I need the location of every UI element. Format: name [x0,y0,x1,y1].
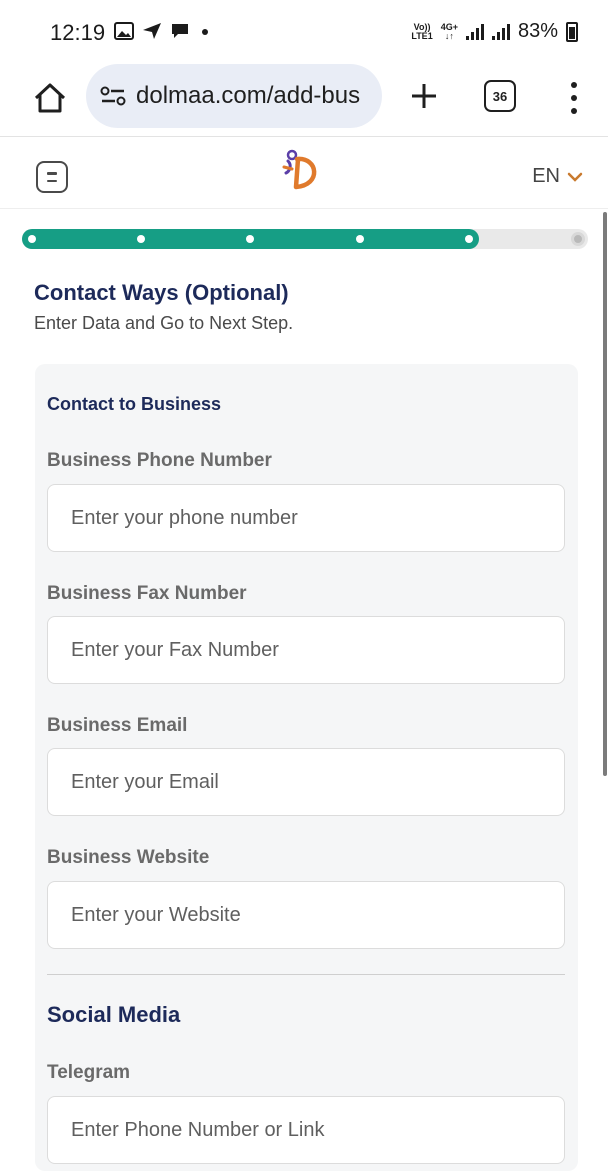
browser-toolbar: dolmaa.com/add-bus 36 [0,64,608,136]
dolmaa-logo-icon[interactable] [278,147,326,195]
menu-line [47,172,57,175]
chevron-down-icon [567,172,583,182]
battery-percent: 83% [517,20,558,42]
step-dot-completed [355,235,364,243]
language-label: EN [532,165,560,187]
social-media-heading: Social Media [47,1002,181,1027]
app-header: EN [0,137,608,209]
step-dot-pending [571,232,585,246]
url-text[interactable]: dolmaa.com/add-bus [136,82,360,110]
page-subtitle: Enter Data and Go to Next Step. [34,313,294,333]
status-bar: 12:19 Vo)) LTE1 4G+ ↓↑ 83% [0,0,608,64]
telegram-input[interactable] [47,1096,565,1164]
browser-menu-button[interactable] [562,78,586,118]
page-scrollbar[interactable] [603,212,607,776]
contact-section-heading: Contact to Business [47,394,222,414]
contact-form-card: Contact to Business Business Phone Numbe… [35,364,578,1171]
language-selector[interactable]: EN [532,165,584,188]
email-label: Business Email [47,715,188,736]
website-label: Business Website [47,847,210,868]
network-type: 4G+ ↓↑ [441,22,458,41]
send-icon [143,23,161,39]
chat-icon [172,24,188,38]
menu-dot [571,95,577,101]
menu-toggle-button[interactable] [36,161,68,193]
address-bar[interactable]: dolmaa.com/add-bus [86,64,382,128]
network-type-bottom: ↓↑ [444,30,454,41]
signal-icon [465,23,484,40]
business-website-input[interactable] [47,881,565,949]
section-divider [47,974,565,975]
status-right: Vo)) LTE1 4G+ ↓↑ 83% [411,20,578,43]
page-title: Contact Ways (Optional) [34,280,289,305]
home-icon[interactable] [30,78,70,118]
fax-label: Business Fax Number [47,583,247,604]
tab-count: 36 [492,88,508,104]
menu-dot [571,108,577,114]
step-dot-completed [464,235,473,243]
business-fax-input[interactable] [47,616,565,684]
status-time: 12:19 [50,20,106,45]
volte-indicator: Vo)) LTE1 [411,22,433,41]
business-phone-input[interactable] [47,484,565,552]
step-dot-completed [28,235,36,243]
business-email-input[interactable] [47,748,565,816]
site-settings-icon[interactable] [100,85,126,107]
new-tab-button[interactable] [404,76,444,116]
dot-icon [202,29,208,35]
telegram-label: Telegram [47,1062,131,1083]
menu-dot [571,82,577,88]
signal-icon-2 [491,23,510,40]
volte-bottom: LTE1 [411,30,433,41]
gallery-icon [114,22,134,40]
plus-icon [412,84,436,108]
battery-icon [566,21,578,42]
step-progress-bar [22,229,588,249]
phone-label: Business Phone Number [47,450,272,471]
notification-icons [114,22,212,40]
menu-line [47,179,57,182]
tab-switcher-button[interactable]: 36 [484,80,516,112]
